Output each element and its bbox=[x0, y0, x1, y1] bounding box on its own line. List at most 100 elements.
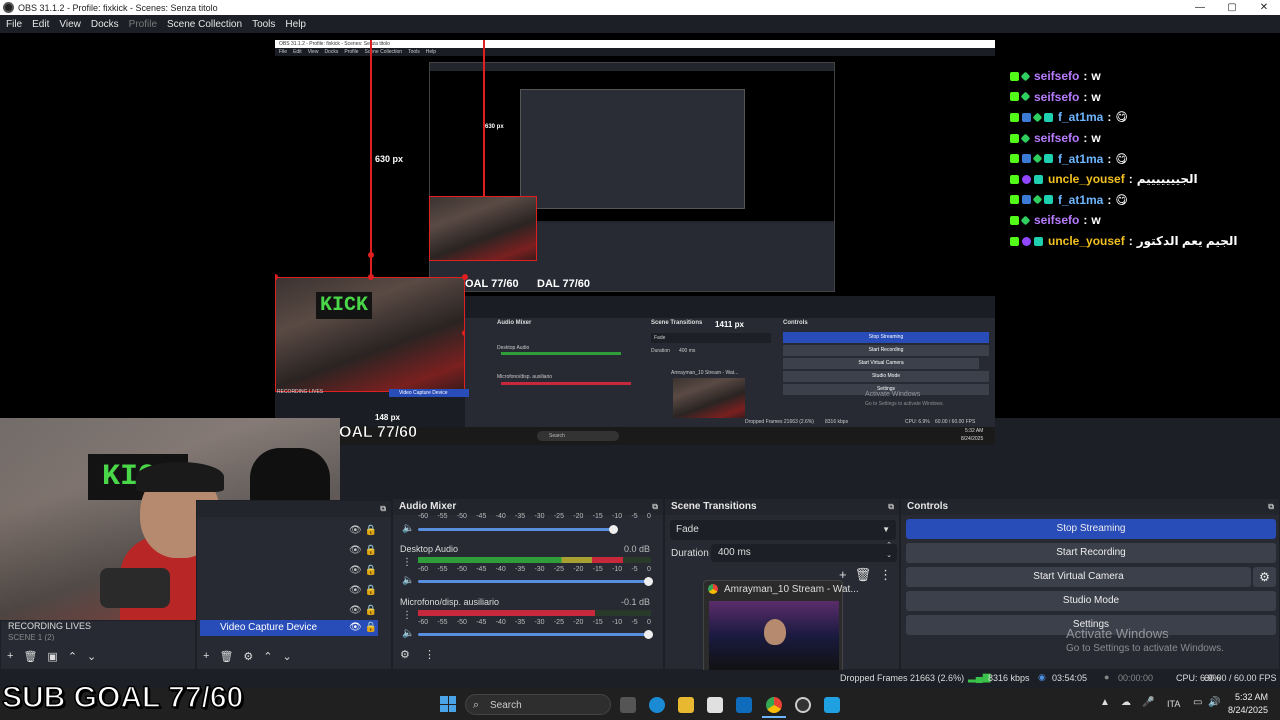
menu-scene-collection[interactable]: Scene Collection bbox=[167, 19, 242, 30]
chat-message: seifsefo: w bbox=[1010, 66, 1270, 87]
microphone-icon[interactable]: 🎤 bbox=[1142, 697, 1154, 708]
clock-time[interactable]: 5:32 AM bbox=[1230, 692, 1268, 702]
virtual-camera-settings-gear-icon[interactable]: ⚙ bbox=[1253, 567, 1276, 587]
speaker-icon[interactable]: 🔈 bbox=[402, 575, 414, 586]
menu-tools[interactable]: Tools bbox=[252, 19, 275, 30]
language-indicator[interactable]: ITA bbox=[1167, 699, 1180, 709]
dock-popout-icon[interactable]: ⧉ bbox=[652, 499, 658, 515]
audio-channel-db: 0.0 dB bbox=[623, 544, 650, 554]
remove-scene-icon[interactable]: 🗑 bbox=[23, 650, 37, 663]
window-titlebar: OBS 31.1.2 - Profile: fixkick - Scenes: … bbox=[0, 0, 1280, 15]
volume-slider[interactable] bbox=[418, 525, 619, 534]
preview-popup-thumbnail bbox=[709, 601, 839, 671]
stepper-icon[interactable]: ⌃ ⌄ bbox=[886, 541, 892, 561]
chat-badge-icon bbox=[1022, 174, 1031, 184]
eye-icon[interactable]: 👁 🔒 bbox=[349, 601, 377, 621]
remove-source-icon[interactable]: 🗑 bbox=[219, 650, 233, 663]
add-source-icon[interactable]: + bbox=[203, 650, 209, 662]
store-icon[interactable] bbox=[707, 697, 723, 713]
volume-icon[interactable]: 🔊 bbox=[1208, 697, 1220, 708]
move-down-icon[interactable]: ⌄ bbox=[283, 650, 292, 663]
obs-taskbar-icon[interactable] bbox=[795, 697, 811, 713]
taskbar-preview-popup[interactable]: Amrayman_10 Stream - Wat... bbox=[703, 580, 859, 675]
chat-badge-icon bbox=[1022, 195, 1031, 205]
maximize-button[interactable]: ▢ bbox=[1216, 0, 1248, 15]
edge-icon[interactable] bbox=[649, 697, 665, 713]
stream-time: 03:54:05 bbox=[1052, 673, 1088, 683]
studio-mode-button[interactable]: Studio Mode bbox=[906, 591, 1276, 611]
nested-cpu: CPU: 6.9% bbox=[905, 419, 930, 425]
transform-handle[interactable] bbox=[368, 274, 374, 280]
move-down-icon[interactable]: ⌄ bbox=[87, 650, 96, 663]
volume-slider-knob[interactable] bbox=[609, 525, 619, 534]
nested-desktop-audio: Desktop Audio bbox=[497, 345, 530, 351]
audio-meter-fill bbox=[418, 557, 624, 563]
dock-popout-icon[interactable]: ⧉ bbox=[1268, 499, 1274, 515]
add-scene-icon[interactable]: + bbox=[7, 650, 13, 662]
duration-label: Duration bbox=[671, 548, 709, 559]
stop-streaming-button[interactable]: Stop Streaming bbox=[906, 519, 1276, 539]
speaker-icon[interactable]: 🔈 bbox=[402, 523, 414, 534]
file-explorer-icon[interactable] bbox=[678, 697, 694, 713]
selected-eye-icon[interactable]: 👁 🔒 bbox=[349, 620, 377, 636]
nested-menu: File Edit View Docks Profile Scene Colle… bbox=[275, 48, 995, 56]
chat-badge-icon bbox=[1044, 154, 1053, 164]
source-settings-icon[interactable]: ⚙ bbox=[243, 650, 253, 663]
duration-input[interactable]: 400 ms ⌃ ⌄ bbox=[711, 541, 897, 562]
eye-icon[interactable]: 👁 🔒 bbox=[349, 581, 377, 601]
speaker-icon[interactable]: 🔈 bbox=[402, 628, 414, 639]
start-virtual-camera-button[interactable]: Start Virtual Camera bbox=[906, 567, 1251, 587]
dock-popout-icon[interactable]: ⧉ bbox=[380, 501, 386, 517]
menu-file[interactable]: File bbox=[6, 19, 22, 30]
menu-profile[interactable]: Profile bbox=[129, 19, 157, 30]
scene-filter-icon[interactable]: ▣ bbox=[47, 650, 57, 663]
network-icon[interactable]: ▭ bbox=[1193, 697, 1202, 708]
dropped-frames: Dropped Frames 21663 (2.6%) bbox=[840, 673, 965, 683]
cloud-icon[interactable]: ☁ bbox=[1121, 697, 1131, 708]
task-view-icon[interactable] bbox=[620, 697, 636, 713]
app-taskbar-icon[interactable] bbox=[824, 697, 840, 713]
tray-chevron-icon[interactable]: ▲ bbox=[1100, 697, 1110, 708]
close-button[interactable]: ✕ bbox=[1248, 0, 1280, 15]
transition-select[interactable]: Fade ▼ bbox=[670, 520, 896, 540]
more-options-icon[interactable]: ⋮ bbox=[402, 557, 412, 568]
volume-slider[interactable] bbox=[418, 577, 653, 586]
search-icon: ⌕ bbox=[473, 699, 480, 711]
eye-icon[interactable]: 👁 🔒 bbox=[349, 521, 377, 541]
more-options-icon[interactable]: ⋮ bbox=[402, 610, 412, 621]
move-up-icon[interactable]: ⌃ bbox=[68, 650, 77, 663]
eye-icon[interactable]: 👁 🔒 bbox=[349, 541, 377, 561]
volume-slider[interactable] bbox=[418, 630, 653, 639]
audio-channel-db: -0.1 dB bbox=[620, 597, 650, 607]
chrome-taskbar-icon[interactable] bbox=[766, 697, 782, 713]
more-options-icon[interactable]: ⋮ bbox=[879, 567, 892, 583]
clock-date[interactable]: 8/24/2025 bbox=[1222, 705, 1268, 715]
scene-recording-lives[interactable]: RECORDING LIVES bbox=[8, 621, 91, 631]
volume-slider-knob[interactable] bbox=[644, 577, 653, 586]
chat-badge-icon bbox=[1020, 71, 1031, 82]
eye-icon[interactable]: 👁 🔒 bbox=[349, 561, 377, 581]
transform-handle[interactable] bbox=[368, 252, 374, 258]
scene-partial[interactable]: SCENE 1 (2) bbox=[8, 633, 54, 641]
advanced-audio-icon[interactable]: ⚙ bbox=[400, 648, 410, 661]
menu-view[interactable]: View bbox=[59, 19, 81, 30]
menu-help[interactable]: Help bbox=[285, 19, 306, 30]
scale-tick: -40 bbox=[495, 513, 506, 520]
thumbnail-person bbox=[764, 619, 786, 645]
scale-tick: -30 bbox=[534, 566, 545, 573]
minimize-button[interactable]: — bbox=[1184, 0, 1216, 15]
menu-edit[interactable]: Edit bbox=[32, 19, 49, 30]
controls-title: Controls bbox=[907, 501, 949, 512]
menu-docks[interactable]: Docks bbox=[91, 19, 119, 30]
dock-popout-icon[interactable]: ⧉ bbox=[888, 499, 894, 515]
windows-start-icon[interactable] bbox=[440, 696, 456, 712]
remove-transition-icon[interactable]: 🗑 bbox=[855, 567, 872, 583]
outlook-icon[interactable] bbox=[736, 697, 752, 713]
more-options-icon[interactable]: ⋮ bbox=[424, 648, 435, 661]
start-recording-button[interactable]: Start Recording bbox=[906, 543, 1276, 563]
taskbar-search[interactable]: ⌕ Search bbox=[465, 694, 611, 715]
move-up-icon[interactable]: ⌃ bbox=[263, 650, 272, 663]
chat-badge-icon bbox=[1010, 174, 1019, 184]
scale-tick: -35 bbox=[515, 566, 526, 573]
volume-slider-knob[interactable] bbox=[644, 630, 653, 639]
